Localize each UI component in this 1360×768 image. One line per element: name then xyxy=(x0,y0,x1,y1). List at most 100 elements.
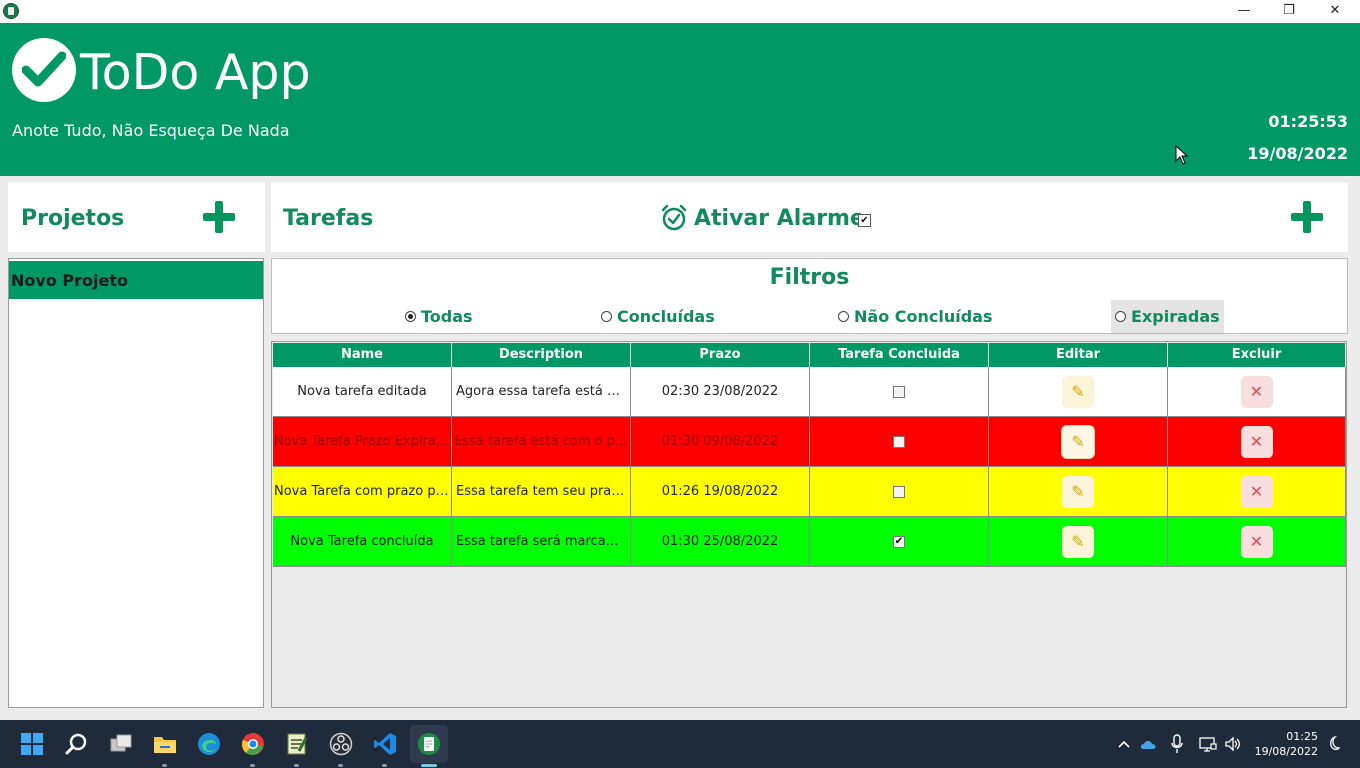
network-icon[interactable] xyxy=(1199,735,1217,753)
radio-selected-icon xyxy=(405,310,416,322)
task-delete-cell: ✕ xyxy=(1168,517,1346,567)
task-done-checkbox[interactable]: ✔ xyxy=(893,535,905,548)
edit-pencil-icon[interactable]: ✎ xyxy=(1062,375,1094,408)
taskbar-date: 19/08/2022 xyxy=(1254,745,1318,758)
edge-icon[interactable] xyxy=(197,732,221,756)
table-row[interactable]: Nova Tarefa Prazo Expirado Essa tarefa e… xyxy=(273,417,1346,467)
app-window-icon xyxy=(3,3,19,19)
table-row[interactable]: Nova Tarefa concluída Essa tarefa será m… xyxy=(273,517,1346,567)
filters-panel: Filtros Todas Concluídas Não Concluídas … xyxy=(271,258,1348,334)
app-subtitle: Anote Tudo, Não Esqueça De Nada xyxy=(12,121,290,140)
add-project-button[interactable] xyxy=(203,201,235,233)
column-header-editar[interactable]: Editar xyxy=(989,343,1168,367)
task-delete-cell: ✕ xyxy=(1168,367,1346,417)
delete-x-icon[interactable]: ✕ xyxy=(1240,425,1273,458)
column-header-prazo[interactable]: Prazo xyxy=(631,343,810,367)
chrome-icon[interactable] xyxy=(241,732,265,756)
filter-todas-radio[interactable]: Todas xyxy=(405,301,473,331)
column-header-concluida[interactable]: Tarefa Concluida xyxy=(810,343,989,367)
task-description-cell: Essa tarefa está com o praz... xyxy=(452,417,631,467)
radio-icon xyxy=(601,310,612,322)
column-header-name[interactable]: Name xyxy=(273,343,452,367)
filter-label: Não Concluídas xyxy=(854,306,993,326)
running-indicator xyxy=(294,764,299,767)
active-app-indicator xyxy=(421,764,437,767)
taskbar-clock[interactable]: 01:25 19/08/2022 xyxy=(1252,729,1318,759)
task-name-cell: Nova Tarefa Prazo Expirado xyxy=(273,417,452,467)
notepad-icon[interactable] xyxy=(285,732,309,756)
column-header-excluir[interactable]: Excluir xyxy=(1168,343,1346,367)
projects-list[interactable]: Novo Projeto xyxy=(8,258,264,708)
task-done-checkbox[interactable] xyxy=(893,485,905,498)
task-edit-cell: ✎ xyxy=(989,417,1168,467)
task-name-cell: Nova Tarefa concluída xyxy=(273,517,452,567)
obs-icon[interactable] xyxy=(329,732,353,756)
filter-label: Todas xyxy=(421,306,473,326)
alarm-label: Ativar Alarme xyxy=(694,206,865,231)
tasks-title: Tarefas xyxy=(283,206,374,231)
delete-x-icon[interactable]: ✕ xyxy=(1240,525,1273,558)
task-name-cell: Nova tarefa editada xyxy=(273,367,452,417)
vscode-icon[interactable] xyxy=(373,732,397,756)
filter-expiradas-radio[interactable]: Expiradas xyxy=(1111,300,1224,333)
task-prazo-cell: 01:30 09/08/2022 xyxy=(631,417,810,467)
app-title: ToDo App xyxy=(80,44,311,101)
task-prazo-cell: 01:26 19/08/2022 xyxy=(631,467,810,517)
filter-nao-concluidas-radio[interactable]: Não Concluídas xyxy=(838,301,993,331)
search-icon[interactable] xyxy=(65,732,89,756)
add-task-button[interactable] xyxy=(1291,201,1323,233)
microphone-icon[interactable] xyxy=(1170,734,1184,754)
project-item[interactable]: Novo Projeto xyxy=(9,261,263,299)
edit-pencil-icon[interactable]: ✎ xyxy=(1062,525,1094,558)
table-row[interactable]: Nova Tarefa com prazo par... Essa tarefa… xyxy=(273,467,1346,517)
file-explorer-icon[interactable] xyxy=(153,732,177,756)
edit-pencil-icon[interactable]: ✎ xyxy=(1062,475,1094,508)
task-done-checkbox[interactable] xyxy=(893,435,905,448)
running-indicator xyxy=(338,764,343,767)
window-title-bar: — ❐ ✕ xyxy=(0,0,1360,23)
task-done-cell xyxy=(810,417,989,467)
delete-x-icon[interactable]: ✕ xyxy=(1240,475,1273,508)
close-button[interactable]: ✕ xyxy=(1312,0,1358,23)
os-taskbar: 01:25 19/08/2022 xyxy=(0,720,1360,768)
running-indicator xyxy=(162,764,167,767)
task-prazo-cell: 02:30 23/08/2022 xyxy=(631,367,810,417)
task-prazo-cell: 01:30 25/08/2022 xyxy=(631,517,810,567)
todo-app-icon[interactable] xyxy=(417,732,441,756)
task-done-cell xyxy=(810,467,989,517)
alarm-checkbox[interactable]: ✔ xyxy=(858,214,871,227)
header-clock-time: 01:25:53 xyxy=(1268,112,1348,131)
tasks-table: Name Description Prazo Tarefa Concluida … xyxy=(271,341,1347,708)
chevron-up-icon[interactable] xyxy=(1116,736,1132,752)
filter-label: Concluídas xyxy=(617,306,715,326)
edit-pencil-icon[interactable]: ✎ xyxy=(1062,425,1094,458)
task-description-cell: Essa tarefa tem seu prazo ... xyxy=(452,467,631,517)
minimize-button[interactable]: — xyxy=(1221,0,1267,23)
projects-header: Projetos xyxy=(8,182,265,252)
volume-icon[interactable] xyxy=(1224,735,1242,753)
notifications-moon-icon[interactable] xyxy=(1325,735,1341,753)
tasks-header: Tarefas Ativar Alarme ✔ xyxy=(271,182,1348,252)
task-description-cell: Essa tarefa será marcada c... xyxy=(452,517,631,567)
task-edit-cell: ✎ xyxy=(989,467,1168,517)
task-view-icon[interactable] xyxy=(109,732,133,756)
task-done-checkbox[interactable] xyxy=(893,385,905,398)
maximize-button[interactable]: ❐ xyxy=(1266,0,1312,23)
task-done-cell xyxy=(810,367,989,417)
onedrive-icon[interactable] xyxy=(1140,735,1158,753)
delete-x-icon[interactable]: ✕ xyxy=(1240,375,1273,408)
task-delete-cell: ✕ xyxy=(1168,467,1346,517)
mouse-cursor-icon xyxy=(1175,145,1189,165)
table-row[interactable]: Nova tarefa editada Agora essa tarefa es… xyxy=(273,367,1346,417)
table-header-row: Name Description Prazo Tarefa Concluida … xyxy=(273,343,1346,367)
taskbar-time: 01:25 xyxy=(1286,730,1318,743)
start-icon[interactable] xyxy=(20,732,44,756)
task-description-cell: Agora essa tarefa está sen... xyxy=(452,367,631,417)
task-edit-cell: ✎ xyxy=(989,367,1168,417)
projects-title: Projetos xyxy=(21,206,125,231)
running-indicator xyxy=(250,764,255,767)
app-header: ToDo App Anote Tudo, Não Esqueça De Nada… xyxy=(0,23,1360,176)
filter-concluidas-radio[interactable]: Concluídas xyxy=(601,301,715,331)
column-header-description[interactable]: Description xyxy=(452,343,631,367)
radio-icon xyxy=(1115,311,1126,322)
